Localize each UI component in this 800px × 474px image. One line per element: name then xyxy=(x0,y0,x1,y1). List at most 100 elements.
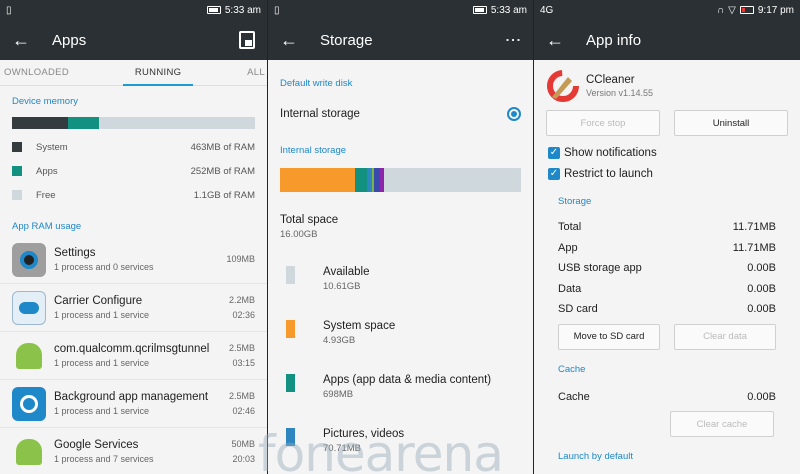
checkbox-checked-icon[interactable]: ✓ xyxy=(548,146,560,159)
cache-heading: Cache xyxy=(558,363,586,375)
app-list-item[interactable]: com.qualcomm.qcrilmsgtunnel 1 process and… xyxy=(0,332,267,380)
headset-icon: ∩ xyxy=(716,4,725,16)
cache-row: Cache 0.00B xyxy=(534,387,800,408)
internal-storage-option[interactable]: Internal storage xyxy=(268,93,533,135)
watermark: fonearena xyxy=(258,425,504,474)
carrier-configure-icon xyxy=(12,290,46,325)
memory-segment-system xyxy=(12,117,68,129)
back-arrow-icon[interactable]: ← xyxy=(12,30,52,51)
category-value: 4.93GB xyxy=(323,335,356,346)
storage-row-value: 0.00B xyxy=(747,303,776,316)
status-time: 5:33 am xyxy=(224,4,261,16)
storage-row: Data 0.00B xyxy=(534,279,800,300)
app-name: com.qualcomm.qcrilmsgtunnel xyxy=(54,343,210,355)
app-list-item[interactable]: Google Services 1 process and 7 services 5… xyxy=(0,428,267,474)
cache-label: Cache xyxy=(558,390,590,403)
storage-settings-icon[interactable] xyxy=(239,31,255,49)
status-bar: ▯ 5:33 am xyxy=(0,0,267,20)
back-arrow-icon[interactable]: ← xyxy=(546,30,586,51)
page-title: App info xyxy=(586,31,642,49)
app-processes: 1 process and 1 service xyxy=(54,358,150,368)
legend-label: System xyxy=(36,141,68,153)
legend-item: System 463MB of RAM xyxy=(0,135,267,159)
memory-segment-free xyxy=(99,117,255,129)
storage-row-label: Data xyxy=(558,282,582,295)
tab-downloaded[interactable]: OWNLOADED xyxy=(0,67,73,78)
category-label: Apps (app data & media content) xyxy=(323,374,492,386)
storage-segment-system xyxy=(280,168,355,192)
status-time: 9:17 pm xyxy=(757,4,794,16)
category-swatch xyxy=(286,266,295,284)
total-space-label: Total space xyxy=(280,214,339,226)
category-swatch xyxy=(286,374,295,392)
device-memory-heading: Device memory xyxy=(12,96,78,107)
legend-item: Apps 252MB of RAM xyxy=(0,159,267,183)
legend-swatch xyxy=(12,190,22,200)
memory-segment-apps xyxy=(67,117,100,129)
app-processes: 1 process and 1 service xyxy=(54,310,150,320)
app-ram-size: 50MB xyxy=(231,438,255,449)
legend-label: Apps xyxy=(36,165,58,177)
app-storage-list: Total 11.71MB App 11.71MB USB storage app 0.0… xyxy=(534,217,800,320)
tab-bar: OWNLOADED RUNNING ALL xyxy=(0,60,267,86)
app-version: Version v1.14.55 xyxy=(586,88,654,98)
screenshot-collage: ▯ 5:33 am ← Apps OWNLOADED RUNNING ALL D… xyxy=(0,0,800,474)
category-swatch xyxy=(286,320,295,338)
app-name: Carrier Configure xyxy=(54,295,143,307)
storage-heading: Storage xyxy=(558,196,592,207)
cache-value: 0.00B xyxy=(747,390,776,403)
restrict-launch-label: Restrict to launch xyxy=(564,167,653,180)
app-ram-size: 2.2MB xyxy=(228,294,255,305)
app-bar: ← Apps xyxy=(0,20,267,60)
app-run-time: 20:03 xyxy=(232,453,255,464)
storage-segment-apps xyxy=(354,168,367,192)
phone-icon: ▯ xyxy=(6,4,12,16)
overflow-menu-icon[interactable]: ⋮ xyxy=(503,32,523,48)
legend-swatch xyxy=(12,142,22,152)
storage-category-item[interactable]: Available 10.61GB xyxy=(268,266,533,320)
status-bar: 4G ∩ ▽ 9:17 pm xyxy=(534,0,800,20)
clear-data-button[interactable]: Clear data xyxy=(674,323,776,350)
legend-value: 252MB of RAM xyxy=(190,165,255,177)
battery-icon xyxy=(206,6,221,14)
app-name: Background app management xyxy=(54,391,209,403)
app-list-item[interactable]: Background app management 1 process and 1… xyxy=(0,380,267,428)
legend-item: Free 1.1GB of RAM xyxy=(0,183,267,207)
show-notifications-checkbox[interactable]: ✓ Show notifications xyxy=(534,142,800,163)
storage-bar xyxy=(280,168,521,192)
app-ram-size: 2.5MB xyxy=(228,342,255,353)
android-icon xyxy=(12,435,46,469)
app-bar: ← Storage ⋮ xyxy=(268,20,533,60)
status-bar: ▯ 5:33 am xyxy=(268,0,533,20)
tab-running[interactable]: RUNNING xyxy=(122,60,194,86)
move-to-sd-button[interactable]: Move to SD card xyxy=(558,323,660,350)
restrict-launch-checkbox[interactable]: ✓ Restrict to launch xyxy=(534,163,800,184)
app-run-time: 03:15 xyxy=(232,357,255,368)
app-list-item[interactable]: Carrier Configure 1 process and 1 service… xyxy=(0,284,267,332)
internal-storage-heading: Internal storage xyxy=(280,145,347,156)
storage-row-label: Total xyxy=(558,221,582,234)
legend-label: Free xyxy=(36,189,56,201)
battery-icon xyxy=(472,6,487,14)
default-write-heading: Default write disk xyxy=(280,78,353,89)
storage-category-item[interactable]: System space 4.93GB xyxy=(268,320,533,374)
android-icon xyxy=(12,339,46,373)
storage-segment-other3 xyxy=(378,168,384,192)
total-space-value: 16.00GB xyxy=(280,229,318,240)
app-list-item[interactable]: Settings 1 process and 0 services 109MB xyxy=(0,236,267,284)
storage-row: SD card 0.00B xyxy=(534,299,800,320)
radio-selected-icon[interactable] xyxy=(507,107,521,121)
ccleaner-logo-icon xyxy=(546,69,580,103)
storage-category-item[interactable]: Apps (app data & media content) 698MB xyxy=(268,374,533,428)
checkbox-checked-icon[interactable]: ✓ xyxy=(548,167,560,180)
total-space: Total space 16.00GB xyxy=(268,200,533,266)
clear-cache-button[interactable]: Clear cache xyxy=(670,411,774,437)
storage-panel: ▯ 5:33 am ← Storage ⋮ Default write disk… xyxy=(267,0,533,474)
back-arrow-icon[interactable]: ← xyxy=(280,30,320,51)
phone-icon: ▯ xyxy=(274,4,280,16)
legend-value: 1.1GB of RAM xyxy=(193,189,255,201)
tab-all[interactable]: ALL xyxy=(243,67,267,78)
app-ram-size: 2.5MB xyxy=(228,390,255,401)
force-stop-button[interactable]: Force stop xyxy=(546,110,660,136)
uninstall-button[interactable]: Uninstall xyxy=(674,110,788,136)
